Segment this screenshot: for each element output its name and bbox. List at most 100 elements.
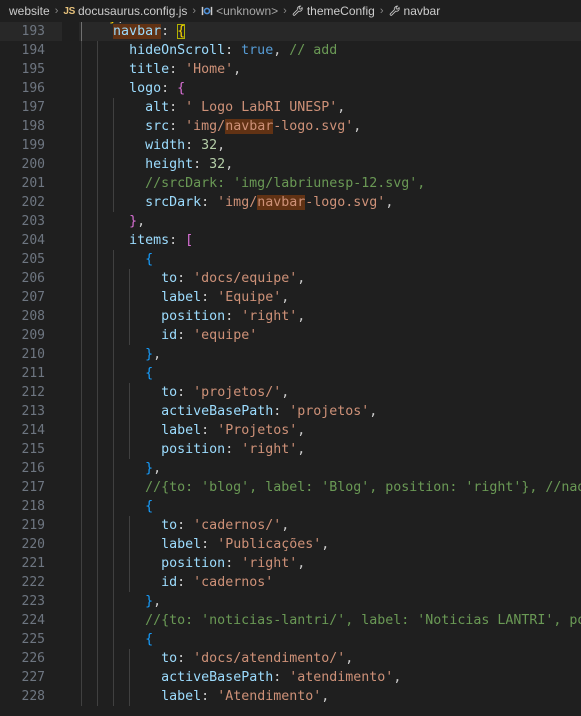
fold-gutter[interactable]: [62, 155, 79, 174]
code-line[interactable]: 197 alt: ' Logo LabRI UNESP',: [0, 98, 581, 117]
code-line[interactable]: 223},: [0, 592, 581, 611]
code-line[interactable]: 209 id: 'equipe': [0, 326, 581, 345]
line-number[interactable]: 208: [0, 307, 62, 326]
line-number[interactable]: 197: [0, 98, 62, 117]
line-number[interactable]: 206: [0, 269, 62, 288]
code-line[interactable]: 205 {: [0, 250, 581, 269]
editor-lines[interactable]: 193 navbar: {194 hideOnScroll: true, // ad…: [0, 22, 581, 706]
fold-gutter[interactable]: [62, 535, 79, 554]
fold-gutter[interactable]: [62, 136, 79, 155]
breadcrumb-item-themeconfig[interactable]: themeConfig: [292, 4, 375, 18]
fold-gutter[interactable]: [62, 60, 79, 79]
line-number[interactable]: 225: [0, 630, 62, 649]
fold-gutter[interactable]: [62, 79, 79, 98]
breadcrumb-item-website[interactable]: website: [9, 4, 50, 18]
line-number[interactable]: 220: [0, 535, 62, 554]
line-number[interactable]: 213: [0, 402, 62, 421]
fold-gutter[interactable]: [62, 592, 79, 611]
line-number[interactable]: 228: [0, 687, 62, 706]
code-line[interactable]: 196 logo: {: [0, 79, 581, 98]
line-number[interactable]: 207: [0, 288, 62, 307]
code-line[interactable]: 194 hideOnScroll: true, // add: [0, 41, 581, 60]
code-line[interactable]: 220 label: 'Publicações',: [0, 535, 581, 554]
fold-gutter[interactable]: [62, 307, 79, 326]
breadcrumb-item-docusaurus-config-js[interactable]: JS docusaurus.config.js: [63, 4, 187, 18]
code-line[interactable]: 195 title: 'Home',: [0, 60, 581, 79]
line-number[interactable]: 215: [0, 440, 62, 459]
code-line[interactable]: 208 position: 'right',: [0, 307, 581, 326]
code-line[interactable]: 213 activeBasePath: 'projetos',: [0, 402, 581, 421]
code-line[interactable]: 215 position: 'right',: [0, 440, 581, 459]
line-number[interactable]: 214: [0, 421, 62, 440]
code-line[interactable]: 199 width: 32,: [0, 136, 581, 155]
fold-gutter[interactable]: [62, 269, 79, 288]
code-line[interactable]: 200 height: 32,: [0, 155, 581, 174]
code-line[interactable]: 210},: [0, 345, 581, 364]
line-number[interactable]: 203: [0, 212, 62, 231]
fold-gutter[interactable]: [62, 383, 79, 402]
line-number[interactable]: 226: [0, 649, 62, 668]
line-number[interactable]: 195: [0, 60, 62, 79]
code-line[interactable]: 202 srcDark: 'img/navbar-logo.svg',: [0, 193, 581, 212]
code-line[interactable]: 224 //{to: 'noticias-lantri/', label: 'No…: [0, 611, 581, 630]
breadcrumb-item-unknown[interactable]: <unknown>: [201, 4, 278, 18]
fold-gutter[interactable]: [62, 440, 79, 459]
code-line[interactable]: 216},: [0, 459, 581, 478]
fold-gutter[interactable]: [62, 459, 79, 478]
fold-gutter[interactable]: [62, 478, 79, 497]
fold-gutter[interactable]: [62, 687, 79, 706]
fold-gutter[interactable]: [62, 573, 79, 592]
line-number[interactable]: 218: [0, 497, 62, 516]
line-number[interactable]: 204: [0, 231, 62, 250]
code-line[interactable]: 219 to: 'cadernos/',: [0, 516, 581, 535]
line-number[interactable]: 212: [0, 383, 62, 402]
line-number[interactable]: 219: [0, 516, 62, 535]
code-line[interactable]: 226 to: 'docs/atendimento/',: [0, 649, 581, 668]
fold-gutter[interactable]: [62, 98, 79, 117]
fold-gutter[interactable]: [62, 212, 79, 231]
line-number[interactable]: 198: [0, 117, 62, 136]
code-line[interactable]: 225 {: [0, 630, 581, 649]
line-number[interactable]: 202: [0, 193, 62, 212]
code-line[interactable]: 204 items: [: [0, 231, 581, 250]
fold-gutter[interactable]: [62, 611, 79, 630]
code-line[interactable]: 207 label: 'Equipe',: [0, 288, 581, 307]
fold-gutter[interactable]: [62, 630, 79, 649]
code-line[interactable]: 228 label: 'Atendimento',: [0, 687, 581, 706]
breadcrumb-item-navbar[interactable]: navbar: [389, 4, 440, 18]
line-number[interactable]: 193: [0, 22, 62, 41]
code-line[interactable]: 222 id: 'cadernos': [0, 573, 581, 592]
code-line[interactable]: 198 src: 'img/navbar-logo.svg',: [0, 117, 581, 136]
fold-gutter[interactable]: [62, 364, 79, 383]
line-number[interactable]: 196: [0, 79, 62, 98]
code-line[interactable]: 203},: [0, 212, 581, 231]
line-number[interactable]: 194: [0, 41, 62, 60]
fold-gutter[interactable]: [62, 516, 79, 535]
fold-gutter[interactable]: [62, 421, 79, 440]
code-line[interactable]: 214 label: 'Projetos',: [0, 421, 581, 440]
line-number[interactable]: 201: [0, 174, 62, 193]
fold-gutter[interactable]: [62, 231, 79, 250]
code-line[interactable]: 218 {: [0, 497, 581, 516]
fold-gutter[interactable]: [62, 554, 79, 573]
code-line[interactable]: 201 //srcDark: 'img/labriunesp-12.svg',: [0, 174, 581, 193]
line-number[interactable]: 227: [0, 668, 62, 687]
line-number[interactable]: 200: [0, 155, 62, 174]
fold-gutter[interactable]: [62, 250, 79, 269]
line-number[interactable]: 216: [0, 459, 62, 478]
code-line[interactable]: 227 activeBasePath: 'atendimento',: [0, 668, 581, 687]
line-number[interactable]: 222: [0, 573, 62, 592]
line-number[interactable]: 224: [0, 611, 62, 630]
code-line[interactable]: 221 position: 'right',: [0, 554, 581, 573]
fold-gutter[interactable]: [62, 497, 79, 516]
code-line[interactable]: 212 to: 'projetos/',: [0, 383, 581, 402]
fold-gutter[interactable]: [62, 41, 79, 60]
fold-gutter[interactable]: [62, 174, 79, 193]
fold-gutter[interactable]: [62, 117, 79, 136]
code-line[interactable]: 193 navbar: {: [0, 22, 581, 41]
fold-gutter[interactable]: [62, 345, 79, 364]
code-line[interactable]: 206 to: 'docs/equipe',: [0, 269, 581, 288]
line-number[interactable]: 211: [0, 364, 62, 383]
fold-gutter[interactable]: [62, 668, 79, 687]
line-number[interactable]: 217: [0, 478, 62, 497]
